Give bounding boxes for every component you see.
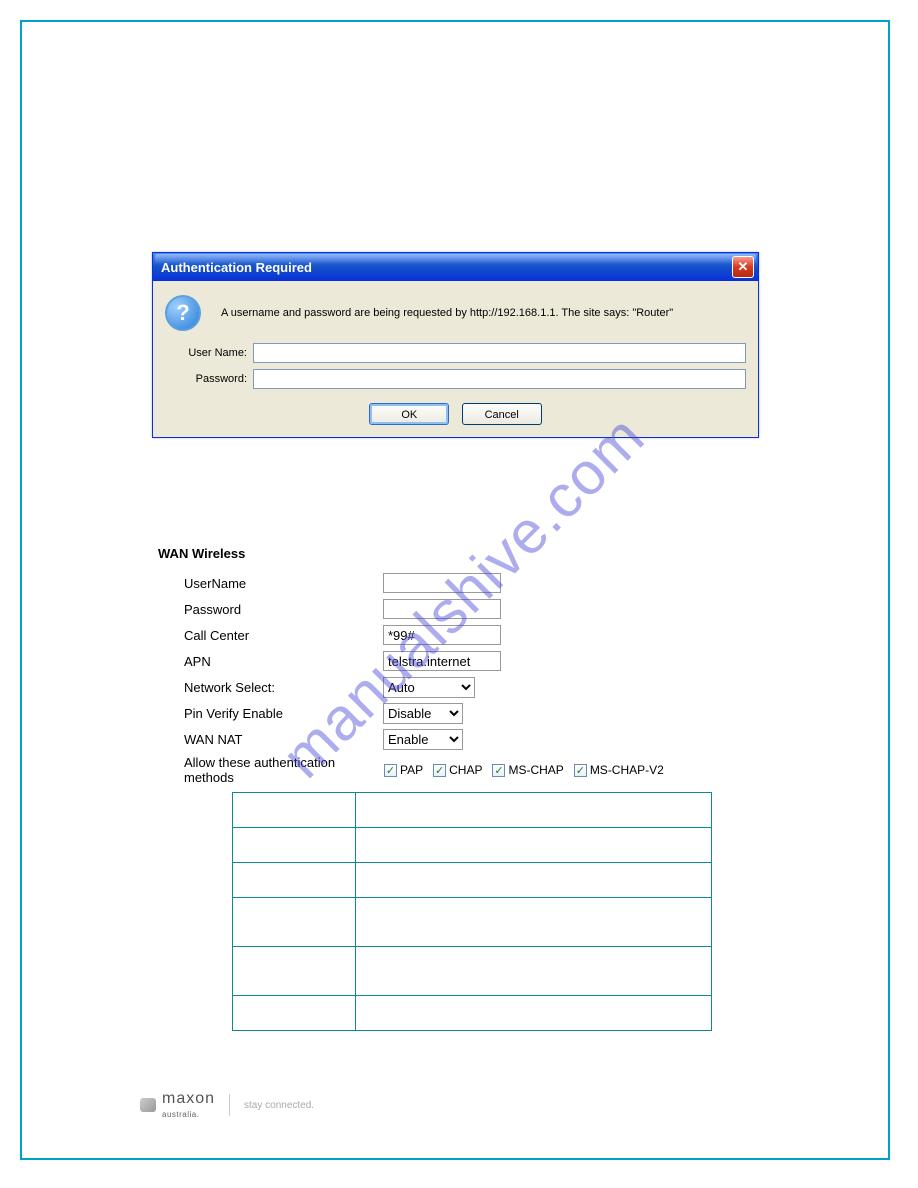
close-button[interactable]: ✕ xyxy=(732,256,754,278)
cancel-button[interactable]: Cancel xyxy=(462,403,542,425)
dialog-title: Authentication Required xyxy=(161,260,312,275)
wan-callcenter-input[interactable] xyxy=(383,625,501,645)
check-icon: ✓ xyxy=(492,764,505,777)
footer-tagline: stay connected. xyxy=(244,1100,314,1111)
username-input[interactable] xyxy=(253,343,746,363)
question-icon: ? xyxy=(165,295,201,331)
dialog-body: ? A username and password are being requ… xyxy=(153,281,758,437)
apn-table xyxy=(232,792,712,1031)
wan-username-label: UserName xyxy=(158,576,383,591)
footer-brand: maxon xyxy=(162,1090,215,1107)
wan-pinverify-label: Pin Verify Enable xyxy=(158,706,383,721)
checkbox-label: PAP xyxy=(400,763,423,777)
check-icon: ✓ xyxy=(574,764,587,777)
dialog-message: A username and password are being reques… xyxy=(221,307,673,319)
maxon-logo-icon xyxy=(140,1098,156,1112)
wan-callcenter-label: Call Center xyxy=(158,628,383,643)
checkbox-mschapv2[interactable]: ✓ MS-CHAP-V2 xyxy=(574,763,664,777)
wan-password-label: Password xyxy=(158,602,383,617)
close-icon: ✕ xyxy=(738,259,749,275)
wan-username-input[interactable] xyxy=(383,573,501,593)
wan-apn-input[interactable] xyxy=(383,651,501,671)
ok-button[interactable]: OK xyxy=(369,403,449,425)
password-label: Password: xyxy=(165,373,247,385)
wan-nat-dropdown[interactable]: Enable xyxy=(383,729,463,750)
checkbox-mschap[interactable]: ✓ MS-CHAP xyxy=(492,763,563,777)
wan-netselect-dropdown[interactable]: Auto xyxy=(383,677,475,698)
checkbox-label: MS-CHAP-V2 xyxy=(590,763,664,777)
checkbox-pap[interactable]: ✓ PAP xyxy=(384,763,423,777)
footer-separator xyxy=(229,1094,230,1116)
wan-password-input[interactable] xyxy=(383,599,501,619)
auth-methods-label: Allow these authentication methods xyxy=(184,755,384,785)
password-input[interactable] xyxy=(253,369,746,389)
wan-apn-label: APN xyxy=(158,654,383,669)
check-icon: ✓ xyxy=(384,764,397,777)
checkbox-chap[interactable]: ✓ CHAP xyxy=(433,763,482,777)
checkbox-label: MS-CHAP xyxy=(508,763,563,777)
footer: maxon australia. stay connected. xyxy=(140,1090,314,1120)
wan-wireless-section: WAN Wireless UserName Password Call Cent… xyxy=(158,546,758,785)
check-icon: ✓ xyxy=(433,764,446,777)
wan-pinverify-dropdown[interactable]: Disable xyxy=(383,703,463,724)
checkbox-label: CHAP xyxy=(449,763,482,777)
wan-title: WAN Wireless xyxy=(158,546,758,561)
auth-methods-group: ✓ PAP ✓ CHAP ✓ MS-CHAP ✓ MS-CHAP-V2 xyxy=(384,763,670,777)
wan-netselect-label: Network Select: xyxy=(158,680,383,695)
dialog-titlebar: Authentication Required ✕ xyxy=(153,253,758,281)
username-label: User Name: xyxy=(165,347,247,359)
wan-nat-label: WAN NAT xyxy=(158,732,383,747)
footer-sub: australia. xyxy=(162,1110,199,1119)
auth-dialog: Authentication Required ✕ ? A username a… xyxy=(152,252,759,438)
